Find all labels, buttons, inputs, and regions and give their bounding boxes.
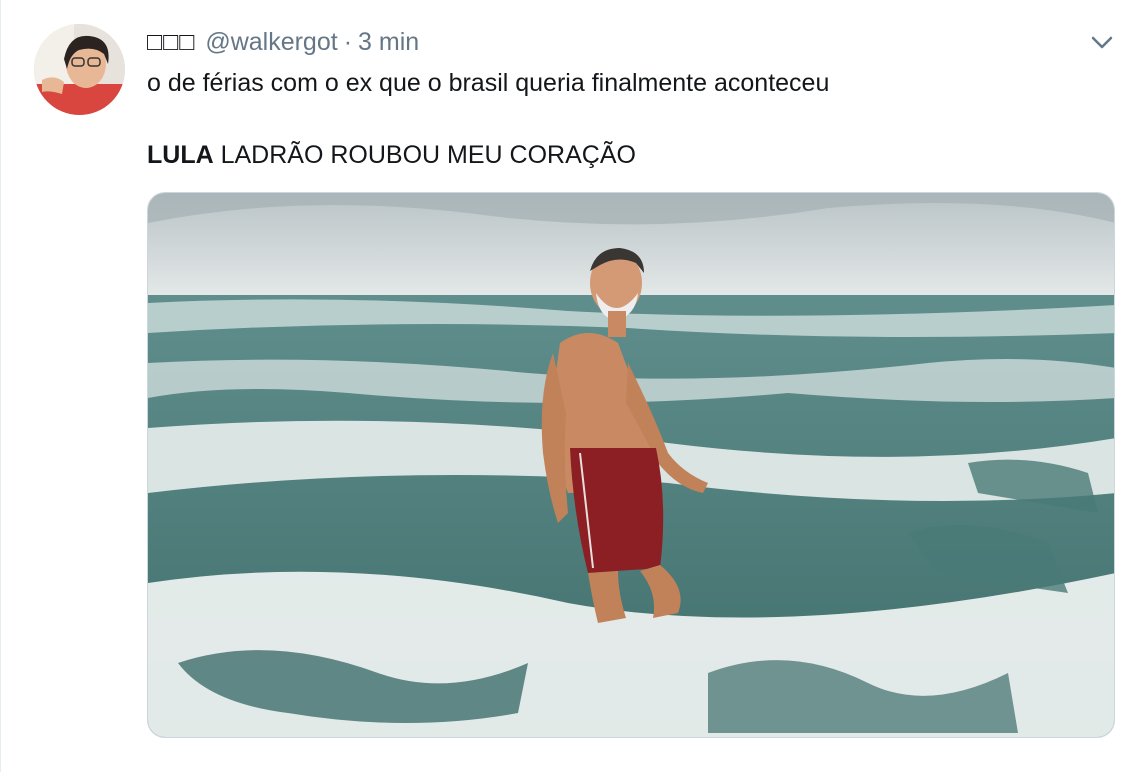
line2-rest: LADRÃO ROUBOU MEU CORAÇÃO bbox=[213, 141, 636, 169]
tweet-header: □□□ @walkergot · 3 min bbox=[147, 26, 419, 58]
bold-word: LULA bbox=[147, 141, 214, 169]
display-name[interactable]: □□□ bbox=[147, 28, 195, 57]
timestamp[interactable]: 3 min bbox=[358, 28, 419, 57]
avatar[interactable] bbox=[34, 24, 125, 115]
tweet-actions-strip bbox=[147, 762, 1115, 772]
tweet-text-line2: LULA LADRÃO ROUBOU MEU CORAÇÃO bbox=[147, 138, 636, 172]
chevron-down-icon[interactable] bbox=[1089, 30, 1115, 56]
separator-dot: · bbox=[343, 27, 353, 56]
tweet-card[interactable]: □□□ @walkergot · 3 min o de férias com o… bbox=[0, 0, 1140, 772]
tweet-photo[interactable] bbox=[147, 192, 1115, 738]
tweet-text: o de férias com o ex que o brasil queria… bbox=[147, 69, 830, 97]
user-handle[interactable]: @walkergot bbox=[205, 28, 337, 57]
